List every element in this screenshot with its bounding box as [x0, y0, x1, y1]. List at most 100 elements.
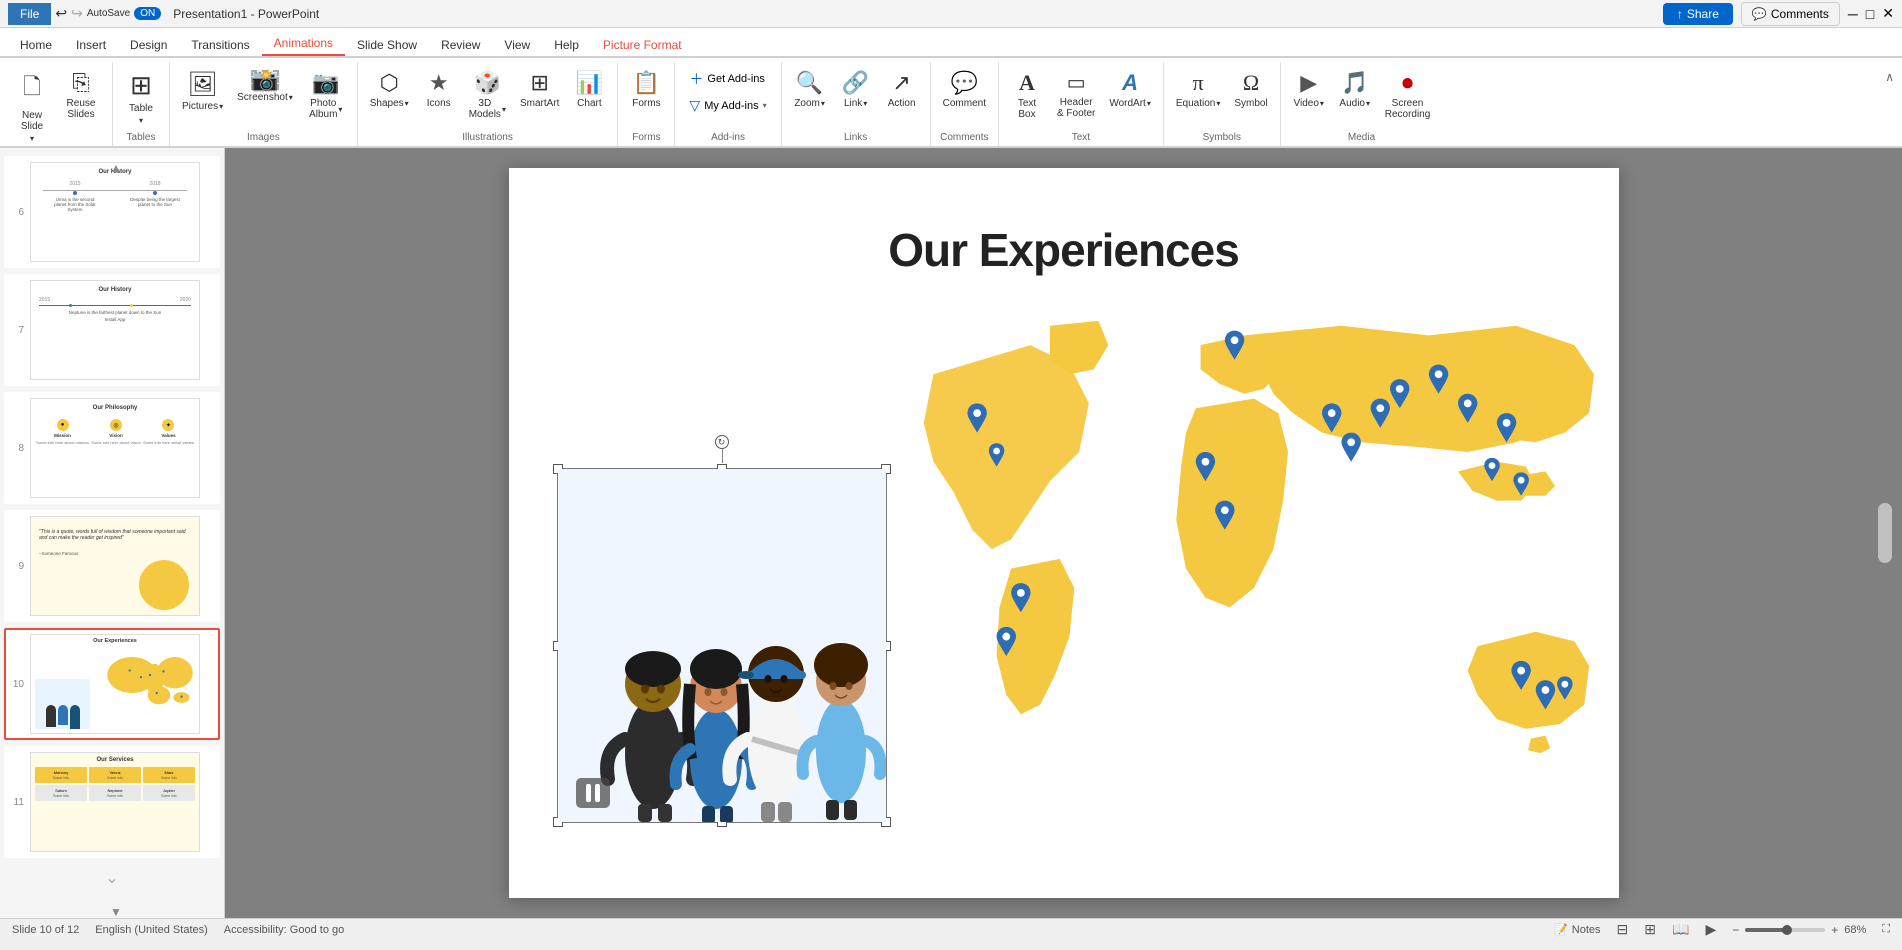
- icons-button[interactable]: ★ Icons: [417, 66, 461, 113]
- rotate-handle[interactable]: ↻: [715, 435, 729, 449]
- header-footer-button[interactable]: ▭ Header& Footer: [1051, 66, 1101, 123]
- tab-home[interactable]: Home: [8, 34, 64, 56]
- zoom-icon: 🔍: [796, 70, 823, 96]
- action-button[interactable]: ↗ Action: [880, 66, 924, 113]
- autosave-toggle[interactable]: AutoSave ON: [87, 7, 161, 20]
- slide-thumb-9[interactable]: 9 "This is a quote, words full of wisdom…: [4, 510, 220, 622]
- equation-arrow: ▾: [1216, 99, 1220, 108]
- link-arrow: ▾: [863, 99, 867, 108]
- photo-album-button[interactable]: 📷 PhotoAlbum ▾: [301, 66, 351, 124]
- photo-album-arrow: ▾: [338, 105, 342, 114]
- image-selected[interactable]: ↻: [557, 468, 887, 823]
- notes-button[interactable]: 📝 Notes: [1554, 923, 1600, 936]
- collapse-ribbon-btn[interactable]: ∧: [1881, 66, 1898, 88]
- slide-preview-6: Our History 2015 2018 Urma is the second…: [30, 162, 200, 262]
- slide-canvas[interactable]: Our Experiences: [509, 168, 1619, 898]
- maximize-btn[interactable]: □: [1866, 6, 1874, 22]
- slide-thumb-8[interactable]: 8 Our Philosophy ● Mission Some info her…: [4, 392, 220, 504]
- equation-button[interactable]: π Equation ▾: [1170, 66, 1227, 113]
- reuse-slides-button[interactable]: ⎘ ReuseSlides: [56, 66, 106, 124]
- tab-animations[interactable]: Animations: [262, 32, 345, 56]
- reading-view-btn[interactable]: 📖: [1672, 921, 1689, 938]
- zoom-button[interactable]: 🔍 Zoom ▾: [788, 66, 832, 113]
- tab-design[interactable]: Design: [118, 34, 179, 56]
- zoom-slider[interactable]: − + 68%: [1732, 923, 1866, 937]
- ribbon-collapse[interactable]: ∧: [1881, 62, 1898, 146]
- slide-panel-scroll-up[interactable]: ▲: [108, 160, 124, 176]
- redo-btn[interactable]: ↪: [71, 5, 83, 22]
- new-slide-button[interactable]: 🗋 NewSlide ▾: [10, 66, 54, 147]
- forms-button[interactable]: 📋 Forms: [624, 66, 668, 113]
- slide-thumb-10[interactable]: 10 Our Experiences: [4, 628, 220, 740]
- tab-transitions[interactable]: Transitions: [179, 34, 261, 56]
- zoom-in-icon[interactable]: +: [1831, 923, 1838, 937]
- comments-button[interactable]: 💬 Comments: [1741, 2, 1840, 26]
- illustrations-group-label: Illustrations: [364, 132, 612, 146]
- tab-picture-format[interactable]: Picture Format: [591, 34, 694, 56]
- screen-recording-button[interactable]: ⏺ ScreenRecording: [1379, 66, 1437, 124]
- 3d-models-label: 3DModels: [469, 98, 501, 120]
- tab-help[interactable]: Help: [542, 34, 591, 56]
- screenshot-button[interactable]: 📸 Screenshot ▾: [231, 66, 299, 107]
- tab-slideshow[interactable]: Slide Show: [345, 34, 429, 56]
- zoom-level: 68%: [1844, 924, 1866, 936]
- my-addins-label: My Add-ins: [704, 100, 758, 112]
- screenshot-label: Screenshot: [237, 92, 288, 103]
- new-slide-icon: 🗋: [23, 70, 41, 108]
- wordart-arrow: ▾: [1147, 99, 1151, 108]
- ribbon-tabs: Home Insert Design Transitions Animation…: [0, 28, 1902, 58]
- slide-thumb-11[interactable]: 11 Our Services MercurySome info VenusSo…: [4, 746, 220, 858]
- share-button[interactable]: ↑ Share: [1663, 3, 1733, 25]
- action-icon: ↗: [892, 70, 910, 96]
- slide-num-11: 11: [10, 797, 24, 808]
- notes-label: Notes: [1572, 924, 1601, 936]
- comments-label: Comments: [1771, 7, 1829, 21]
- comment-icon: 💬: [951, 70, 978, 96]
- tab-insert[interactable]: Insert: [64, 34, 118, 56]
- canvas-area: Our Experiences: [225, 148, 1902, 918]
- slide-sorter-btn[interactable]: ⊞: [1644, 921, 1656, 938]
- smartart-icon: ⊞: [530, 70, 548, 96]
- wordart-button[interactable]: A WordArt ▾: [1103, 66, 1157, 113]
- text-box-icon: A: [1019, 70, 1035, 96]
- pictures-button[interactable]: 🖼 Pictures ▾: [176, 66, 229, 116]
- slide-thumb-7[interactable]: 7 Our History 2015 2020 Neptune is the f…: [4, 274, 220, 386]
- slide-num-10: 10: [10, 679, 24, 690]
- slideshow-btn[interactable]: ▶: [1705, 921, 1716, 938]
- table-button[interactable]: ⊞ Table ▾: [119, 66, 163, 129]
- video-button[interactable]: ▶ Video ▾: [1287, 66, 1331, 113]
- my-addins-icon: ▽: [689, 97, 700, 114]
- screenshot-icon: 📸: [251, 70, 279, 90]
- tab-review[interactable]: Review: [429, 34, 492, 56]
- pause-overlay[interactable]: [576, 778, 610, 808]
- slide-panel-scroll-down[interactable]: ▼: [108, 904, 124, 920]
- my-addins-button[interactable]: ▽ My Add-ins ▾: [681, 94, 774, 117]
- shapes-button[interactable]: ⬡ Shapes ▾: [364, 66, 415, 113]
- get-addins-button[interactable]: ＋ Get Add-ins: [681, 66, 774, 92]
- canvas-scroll-right[interactable]: [1878, 503, 1892, 563]
- undo-btn[interactable]: ↩: [55, 5, 67, 22]
- zoom-out-icon[interactable]: −: [1732, 923, 1739, 937]
- text-box-button[interactable]: A TextBox: [1005, 66, 1049, 124]
- smartart-button[interactable]: ⊞ SmartArt: [514, 66, 565, 113]
- symbol-button[interactable]: Ω Symbol: [1228, 66, 1273, 113]
- 3d-models-icon: 🎲: [474, 70, 501, 96]
- comment-button[interactable]: 💬 Comment: [937, 66, 992, 113]
- accessibility-status: Accessibility: Good to go: [224, 924, 344, 936]
- chart-button[interactable]: 📊 Chart: [567, 66, 611, 113]
- ribbon-group-text: A TextBox ▭ Header& Footer A WordArt ▾ T…: [999, 62, 1164, 146]
- link-button[interactable]: 🔗 Link ▾: [834, 66, 878, 113]
- audio-button[interactable]: 🎵 Audio ▾: [1333, 66, 1377, 113]
- chart-label: Chart: [577, 98, 601, 109]
- normal-view-btn[interactable]: ⊟: [1617, 921, 1629, 938]
- close-btn[interactable]: ✕: [1882, 5, 1894, 22]
- minimize-btn[interactable]: ─: [1848, 6, 1858, 22]
- slide-preview-8: Our Philosophy ● Mission Some info here …: [30, 398, 200, 498]
- pictures-icon: 🖼: [187, 70, 217, 99]
- fit-button[interactable]: ⛶: [1882, 923, 1890, 936]
- symbol-icon: Ω: [1243, 70, 1259, 96]
- comment-label: Comment: [943, 98, 986, 109]
- file-tab[interactable]: File: [8, 3, 51, 25]
- tab-view[interactable]: View: [492, 34, 542, 56]
- 3d-models-button[interactable]: 🎲 3DModels ▾: [463, 66, 512, 124]
